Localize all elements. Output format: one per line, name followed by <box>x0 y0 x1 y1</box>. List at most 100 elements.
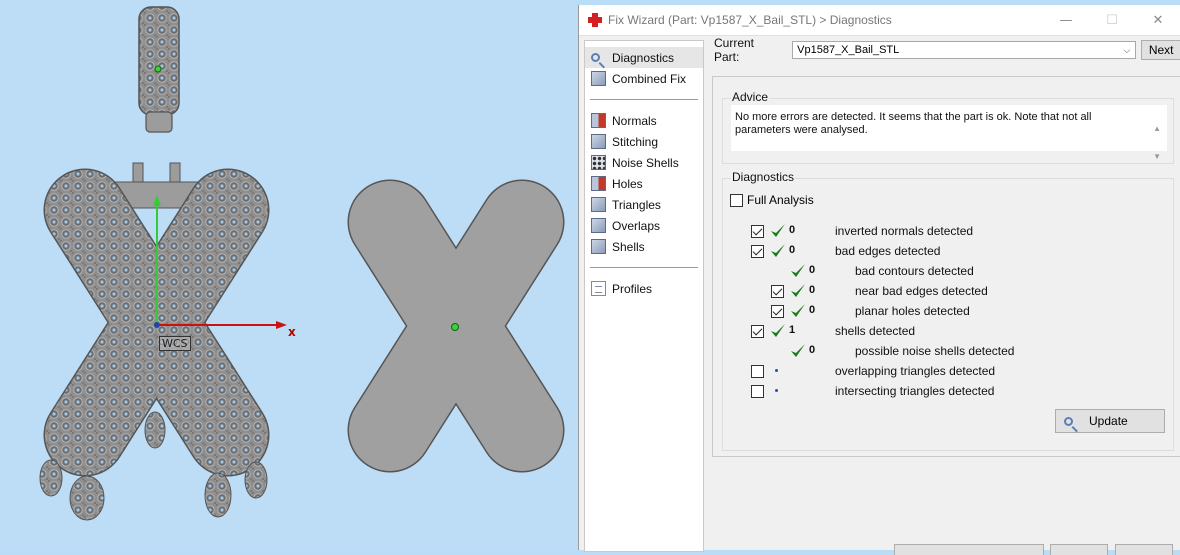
diagnostic-count: 0 <box>809 304 816 316</box>
nav-item-label: Stitching <box>612 134 659 149</box>
diagnostic-row: 0 planar holes detected <box>771 301 1151 321</box>
diagnostic-row: 0 bad edges detected <box>751 241 1131 261</box>
document-icon <box>591 281 606 296</box>
nav-divider <box>590 99 698 100</box>
advice-text: No more errors are detected. It seems th… <box>735 111 1092 136</box>
x-axis-label: x <box>288 325 296 339</box>
minimize-button[interactable]: — <box>1043 13 1089 28</box>
fix-nav-panel: Diagnostics Combined Fix Normals Stitchi… <box>584 40 704 552</box>
main-content: Current Part: Vp1587_X_Bail_STL ⌵ Next A… <box>712 36 1180 457</box>
diagnostic-text: possible noise shells detected <box>855 344 1015 358</box>
update-label: Update <box>1089 414 1128 428</box>
diagnostic-checkbox[interactable] <box>751 385 764 398</box>
diagnostic-count: 0 <box>789 224 796 236</box>
advice-scrollbar[interactable]: ▲ ▼ <box>1153 115 1161 171</box>
triangles-cube-icon <box>591 197 606 212</box>
title-bar[interactable]: Fix Wizard (Part: Vp1587_X_Bail_STL) > D… <box>579 5 1180 36</box>
update-button[interactable]: Update <box>1055 409 1165 433</box>
current-part-value: Vp1587_X_Bail_STL <box>797 44 900 56</box>
close-button[interactable]: ✕ <box>1135 13 1180 28</box>
advice-text-box: No more errors are detected. It seems th… <box>731 105 1167 161</box>
full-analysis-label: Full Analysis <box>747 193 814 207</box>
not-analysed-dot-icon <box>775 369 778 372</box>
diagnostic-checkbox[interactable] <box>751 365 764 378</box>
diagnostic-row: 1 shells detected <box>751 321 1131 341</box>
diagnostic-text: overlapping triangles detected <box>835 364 996 378</box>
diagnostics-title: Diagnostics <box>731 170 796 184</box>
nav-item-label: Profiles <box>612 281 653 296</box>
shells-cube-icon <box>591 239 606 254</box>
nav-item-label: Holes <box>612 176 643 191</box>
3d-viewport[interactable]: WCS x <box>0 0 578 550</box>
green-check-icon <box>771 224 785 237</box>
nav-item-label: Diagnostics <box>612 50 675 65</box>
diagnostic-text: bad contours detected <box>855 264 974 278</box>
viewport-scene <box>39 6 565 521</box>
wcs-label: WCS <box>159 336 191 351</box>
nav-item-label: Normals <box>612 113 657 128</box>
green-check-icon <box>791 344 805 357</box>
diagnostic-row: intersecting triangles detected <box>751 381 1131 401</box>
holes-cube-icon <box>591 176 606 191</box>
nav-item-noise-shells[interactable]: Noise Shells <box>585 152 703 173</box>
magnifier-icon <box>1064 416 1073 426</box>
window-title: Fix Wizard (Part: Vp1587_X_Bail_STL) > D… <box>608 13 892 27</box>
diagnostic-text: shells detected <box>835 324 916 338</box>
nav-item-diagnostics[interactable]: Diagnostics <box>585 47 703 68</box>
diagnostic-row: 0 possible noise shells detected <box>771 341 1151 361</box>
magnifier-icon <box>591 53 600 62</box>
nav-item-holes[interactable]: Holes <box>585 173 703 194</box>
nav-item-label: Triangles <box>612 197 661 212</box>
diagnostic-count: 0 <box>789 244 796 256</box>
normals-cube-icon <box>591 113 606 128</box>
diagnostic-text: near bad edges detected <box>855 284 988 298</box>
nav-item-shells[interactable]: Shells <box>585 236 703 257</box>
nav-item-overlaps[interactable]: Overlaps <box>585 215 703 236</box>
diagnostic-row: 0 inverted normals detected <box>751 221 1131 241</box>
stitching-cube-icon <box>591 134 606 149</box>
nav-item-profiles[interactable]: Profiles <box>585 278 703 299</box>
nav-item-normals[interactable]: Normals <box>585 110 703 131</box>
diagnostic-row: 0 bad contours detected <box>771 261 1151 281</box>
green-check-icon <box>791 284 805 297</box>
nav-item-stitching[interactable]: Stitching <box>585 131 703 152</box>
current-part-select[interactable]: Vp1587_X_Bail_STL ⌵ <box>792 41 1137 59</box>
diagnostic-count: 0 <box>809 264 816 276</box>
green-check-icon <box>791 264 805 277</box>
full-analysis-box[interactable] <box>730 193 743 207</box>
diagnostic-checkbox[interactable] <box>771 305 784 318</box>
diagnostics-panel: Advice No more errors are detected. It s… <box>712 76 1180 457</box>
bail-part[interactable] <box>138 6 180 133</box>
x-pendant-lattice[interactable] <box>39 162 270 521</box>
diagnostic-checkbox[interactable] <box>771 285 784 298</box>
nav-item-triangles[interactable]: Triangles <box>585 194 703 215</box>
advice-group: Advice No more errors are detected. It s… <box>722 90 1174 164</box>
diagnostic-checkbox[interactable] <box>751 325 764 338</box>
diagnostic-row: 0 near bad edges detected <box>771 281 1151 301</box>
not-analysed-dot-icon <box>775 389 778 392</box>
current-part-row: Current Part: Vp1587_X_Bail_STL ⌵ Next <box>712 36 1180 64</box>
diagnostic-checkbox[interactable] <box>751 245 764 258</box>
x-pendant-solid[interactable] <box>347 179 565 473</box>
overlaps-cube-icon <box>591 218 606 233</box>
green-check-icon <box>771 324 785 337</box>
nav-item-label: Noise Shells <box>612 155 679 170</box>
fix-wizard-cross-icon <box>588 13 602 27</box>
chevron-down-icon[interactable]: ⌵ <box>1123 45 1130 56</box>
diagnostic-text: intersecting triangles detected <box>835 384 995 398</box>
maximize-button[interactable]: ☐ <box>1089 13 1135 28</box>
nav-divider <box>590 267 698 268</box>
full-analysis-checkbox[interactable]: Full Analysis <box>730 193 814 207</box>
diagnostic-text: planar holes detected <box>855 304 970 318</box>
green-check-icon <box>771 244 785 257</box>
nav-item-label: Shells <box>612 239 645 254</box>
diagnostic-checkbox[interactable] <box>751 225 764 238</box>
diagnostic-count: 1 <box>789 324 796 336</box>
noise-shells-icon <box>591 155 606 170</box>
cube-icon <box>591 71 606 86</box>
diagnostic-row: overlapping triangles detected <box>751 361 1131 381</box>
next-button[interactable]: Next <box>1141 40 1180 60</box>
nav-item-combined-fix[interactable]: Combined Fix <box>585 68 703 89</box>
diagnostics-group: Diagnostics Full Analysis 0 inverted norm… <box>722 170 1174 451</box>
diagnostic-text: bad edges detected <box>835 244 941 258</box>
